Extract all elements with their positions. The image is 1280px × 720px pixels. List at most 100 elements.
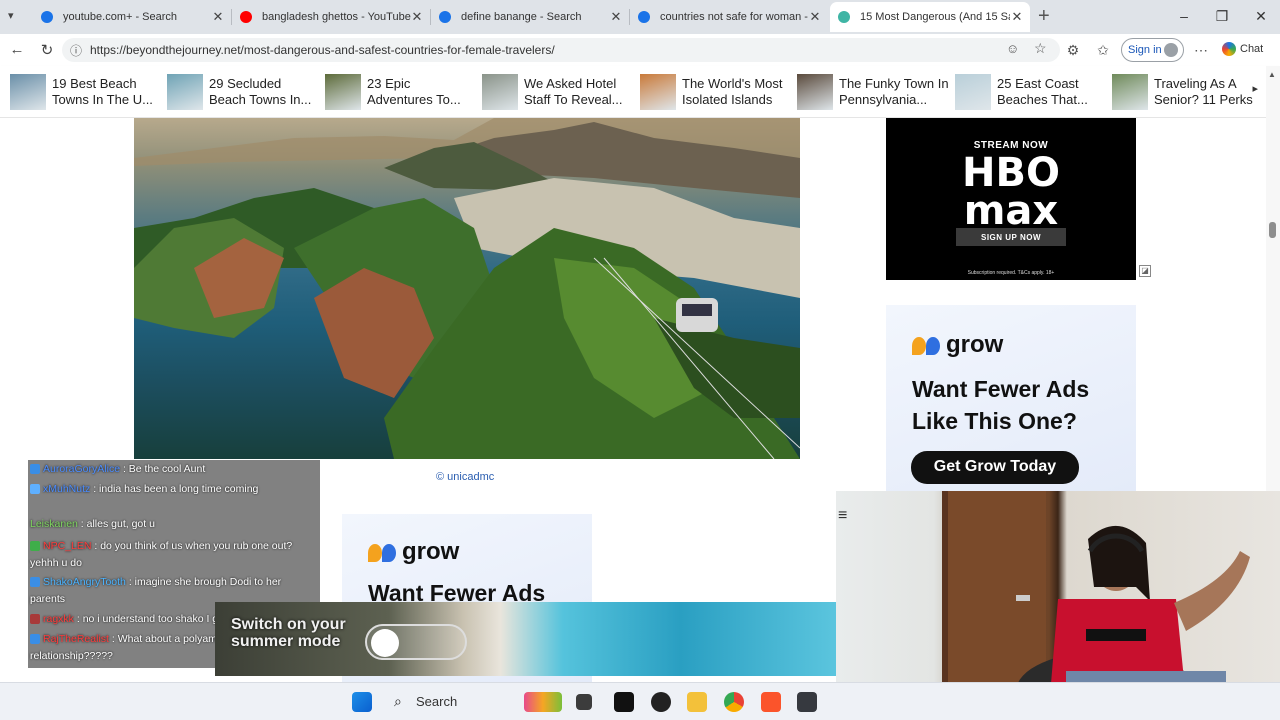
browser-tab[interactable]: youtube.com+ - Search ✕	[33, 2, 231, 32]
close-window-icon[interactable]: ✕	[1251, 8, 1271, 25]
grow-logo: grow	[368, 538, 459, 566]
article-thumbnail	[482, 74, 518, 110]
brave-icon[interactable]	[761, 692, 781, 712]
recommended-article-card[interactable]: 19 Best Beach Towns In The U...	[10, 74, 164, 110]
chat-text: : no i understand too shako I get it	[76, 613, 236, 625]
grow-brand-text: grow	[946, 331, 1004, 358]
taskbar-search-label: Search	[416, 694, 458, 709]
recommended-article-card[interactable]: 23 Epic Adventures To...	[325, 74, 479, 110]
article-title: The Funky Town In Pennsylvania...	[839, 76, 949, 107]
recommended-article-card[interactable]: The World's Most Isolated Islands	[640, 74, 794, 110]
address-bar[interactable]: ⓘ https://beyondthejourney.net/most-dang…	[62, 38, 1060, 62]
close-tab-icon[interactable]: ✕	[410, 9, 424, 25]
close-tab-icon[interactable]: ✕	[609, 9, 623, 25]
refresh-icon[interactable]: ↻	[38, 41, 56, 59]
ad-choices-icon[interactable]: ◪	[1139, 265, 1151, 277]
recommended-article-card[interactable]: 29 Secluded Beach Towns In...	[167, 74, 321, 110]
summer-promo-banner[interactable]: Switch on your summer mode	[215, 602, 836, 676]
chat-badge-icon	[30, 634, 40, 645]
article-photo	[134, 118, 800, 459]
bing-search-icon	[439, 11, 451, 23]
get-grow-button[interactable]: Get Grow Today	[911, 451, 1079, 484]
chat-message: NPC_LEN : do you think of us when you ru…	[30, 538, 318, 572]
promo-toggle[interactable]	[365, 624, 467, 660]
article-title: 19 Best Beach Towns In The U...	[52, 76, 153, 107]
browser-tab[interactable]: countries not safe for woman - Search✕	[630, 2, 828, 32]
task-view-icon[interactable]	[576, 694, 592, 710]
article-thumbnail	[10, 74, 46, 110]
new-tab-button[interactable]: +	[1038, 5, 1050, 28]
grow-leaf-icon	[382, 543, 396, 562]
article-thumbnail	[325, 74, 361, 110]
strip-next-icon[interactable]: ▸	[1252, 82, 1258, 95]
scrollbar-thumb[interactable]	[1269, 222, 1276, 238]
sign-in-label: Sign in	[1128, 44, 1162, 56]
recommended-article-card[interactable]: Traveling As A Senior? 11 Perks	[1112, 74, 1266, 110]
close-tab-icon[interactable]: ✕	[1010, 9, 1024, 25]
file-explorer-icon[interactable]	[687, 692, 707, 712]
copilot-chat-button[interactable]: Chat	[1222, 42, 1263, 56]
chat-label: Chat	[1240, 42, 1264, 55]
ad-fine-print: Subscription required. T&Cs apply. 18+	[967, 270, 1055, 276]
tab-title: define banange - Search	[461, 11, 582, 23]
reading-view-icon[interactable]: ☺	[1006, 41, 1019, 56]
browser-tab[interactable]: bangladesh ghettos - YouTube ✕	[232, 2, 430, 32]
chat-username: RajTheRealist	[43, 633, 109, 645]
chat-text: : alles gut, got u	[80, 518, 155, 530]
tab-actions-icon[interactable]: ▾	[8, 9, 14, 22]
tab-bar: ▾ youtube.com+ - Search ✕ bangladesh ghett…	[0, 0, 1280, 34]
discord-icon[interactable]	[797, 692, 817, 712]
bing-search-icon	[638, 11, 650, 23]
article-title: 29 Secluded Beach Towns In...	[209, 76, 312, 107]
chat-badge-icon	[30, 577, 40, 588]
close-tab-icon[interactable]: ✕	[808, 9, 822, 25]
obs-icon[interactable]	[651, 692, 671, 712]
article-title: Traveling As A Senior? 11 Perks	[1154, 76, 1253, 107]
toggle-knob	[371, 629, 399, 657]
article-thumbnail	[640, 74, 676, 110]
favorite-star-icon[interactable]: ☆	[1034, 40, 1047, 57]
hbo-max-ad[interactable]: STREAM NOW HBO max SIGN UP NOW Subscripti…	[886, 118, 1136, 280]
browser-tab[interactable]: 15 Most Dangerous (And 15 Safest✕	[830, 2, 1030, 32]
search-icon: ⌕	[394, 693, 402, 709]
tab-title: youtube.com+ - Search	[63, 11, 178, 23]
restore-icon[interactable]: ❐	[1212, 8, 1232, 25]
taskbar-search[interactable]: ⌕ Search	[386, 689, 516, 715]
windows-taskbar: ⌕ Search	[0, 682, 1280, 720]
article-title: The World's Most Isolated Islands	[682, 76, 783, 107]
grow-headline-line1: Want Fewer Ads	[912, 376, 1090, 402]
minimize-icon[interactable]: –	[1174, 8, 1194, 24]
site-icon	[838, 11, 850, 23]
chat-badge-icon	[30, 614, 40, 625]
recommended-article-card[interactable]: We Asked Hotel Staff To Reveal...	[482, 74, 636, 110]
back-icon[interactable]: ←	[8, 41, 26, 58]
chat-message: AuroraGoryAlice : Be the cool Aunt	[30, 461, 318, 478]
grow-brand-text: grow	[402, 538, 460, 565]
article-title: 25 East Coast Beaches That...	[997, 76, 1088, 107]
grow-leaf-icon	[368, 543, 382, 562]
chrome-icon[interactable]	[724, 692, 744, 712]
more-menu-icon[interactable]: ⋯	[1192, 42, 1210, 59]
favorites-icon[interactable]: ✩	[1094, 42, 1112, 59]
windows-start-icon[interactable]	[352, 692, 372, 712]
photo-credit-link[interactable]: © unicadmc	[436, 471, 494, 483]
browser-tab[interactable]: define banange - Search ✕	[431, 2, 629, 32]
url-text[interactable]: https://beyondthejourney.net/most-danger…	[90, 43, 555, 57]
site-info-icon[interactable]: ⓘ	[70, 42, 82, 59]
scroll-up-icon[interactable]: ▲	[1268, 70, 1276, 79]
recommended-article-card[interactable]: 25 East Coast Beaches That...	[955, 74, 1109, 110]
chat-badge-icon	[30, 464, 40, 475]
tulips-widget-icon[interactable]	[524, 692, 562, 712]
grow-ad-right[interactable]: grow Want Fewer Ads Like This One? Get Gr…	[886, 305, 1136, 491]
sign-in-button[interactable]: Sign in	[1121, 38, 1184, 62]
hbo-signup-button[interactable]: SIGN UP NOW	[956, 228, 1066, 246]
recommended-article-card[interactable]: The Funky Town In Pennsylvania...	[797, 74, 951, 110]
capcut-icon[interactable]	[614, 692, 634, 712]
extensions-icon[interactable]: ⚙	[1064, 42, 1082, 59]
toolbar: ← ↻ ⓘ https://beyondthejourney.net/most-…	[0, 34, 1280, 66]
chat-username: xMuhNutz	[43, 483, 91, 495]
chat-username: AuroraGoryAlice	[43, 463, 121, 475]
youtube-icon	[240, 11, 252, 23]
close-tab-icon[interactable]: ✕	[211, 9, 225, 25]
chat-text: : india has been a long time coming	[93, 483, 259, 495]
